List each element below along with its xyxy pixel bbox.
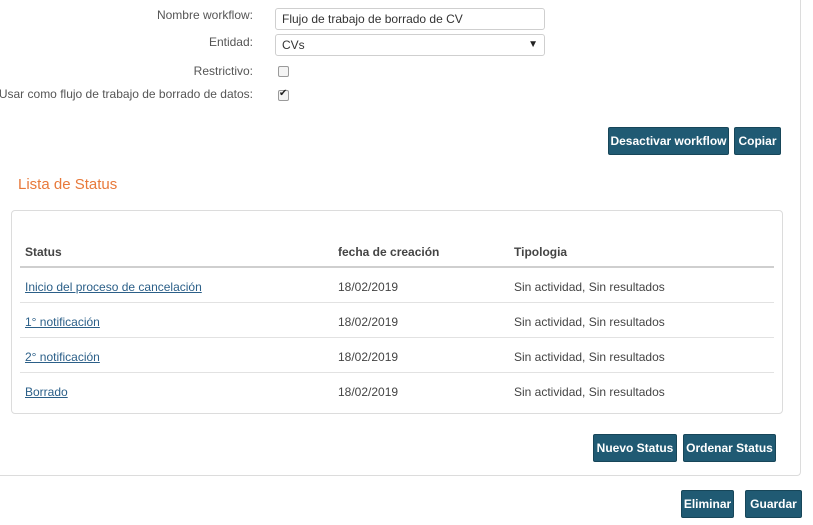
- row-divider: [20, 337, 774, 338]
- status-type: Sin actividad, Sin resultados: [514, 385, 665, 399]
- column-header-date: fecha de creación: [338, 245, 440, 259]
- workflow-name-label: Nombre workflow:: [156, 8, 253, 22]
- status-type: Sin actividad, Sin resultados: [514, 350, 665, 364]
- row-divider: [20, 372, 774, 373]
- delete-button[interactable]: Eliminar: [681, 490, 734, 518]
- dropdown-arrow-icon: ▼: [528, 39, 538, 50]
- status-date: 18/02/2019: [338, 315, 399, 329]
- status-type: Sin actividad, Sin resultados: [514, 280, 665, 294]
- status-date: 18/02/2019: [338, 350, 399, 364]
- status-table: Status fecha de creación Tipologia Inici…: [11, 210, 783, 414]
- deletion-workflow-label: Usar como flujo de trabajo de borrado de…: [0, 87, 253, 101]
- status-link[interactable]: Inicio del proceso de cancelación: [25, 280, 202, 294]
- copy-button[interactable]: Copiar: [734, 127, 781, 155]
- row-divider: [20, 302, 774, 303]
- status-date: 18/02/2019: [338, 385, 399, 399]
- workflow-name-input[interactable]: Flujo de trabajo de borrado de CV: [275, 8, 545, 30]
- column-header-type: Tipologia: [514, 245, 568, 259]
- entity-label: Entidad:: [208, 35, 253, 49]
- workflow-panel: Nombre workflow: Flujo de trabajo de bor…: [0, 0, 801, 476]
- status-list-title: Lista de Status: [18, 176, 118, 193]
- column-header-status: Status: [25, 245, 62, 259]
- new-status-button[interactable]: Nuevo Status: [593, 434, 677, 462]
- order-status-button[interactable]: Ordenar Status: [683, 434, 776, 462]
- status-type: Sin actividad, Sin resultados: [514, 315, 665, 329]
- header-divider: [20, 266, 774, 268]
- restrictive-checkbox[interactable]: [278, 66, 289, 77]
- status-date: 18/02/2019: [338, 280, 399, 294]
- restrictive-label: Restrictivo:: [193, 64, 253, 78]
- entity-select[interactable]: CVs ▼: [275, 34, 545, 56]
- status-link[interactable]: 1° notificación: [25, 315, 100, 329]
- status-link[interactable]: 2° notificación: [25, 350, 100, 364]
- deletion-workflow-checkbox[interactable]: [278, 88, 289, 101]
- save-button[interactable]: Guardar: [745, 490, 802, 518]
- deactivate-workflow-button[interactable]: Desactivar workflow: [608, 127, 729, 155]
- status-link[interactable]: Borrado: [25, 385, 68, 399]
- entity-select-value: CVs: [282, 38, 305, 52]
